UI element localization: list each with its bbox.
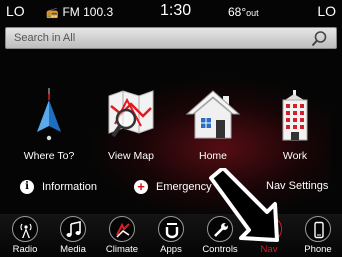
work-label: Work bbox=[282, 150, 308, 162]
dock-media-label: Media bbox=[60, 244, 86, 255]
uconnect-apps-icon bbox=[165, 223, 179, 239]
music-note-icon bbox=[66, 221, 81, 237]
view-map-button[interactable]: View Map bbox=[93, 86, 169, 162]
outside-temperature: 68°out bbox=[228, 5, 259, 19]
radio-status[interactable]: 📻 FM 100.3 bbox=[46, 5, 113, 19]
temperature-value: 68° bbox=[228, 5, 247, 19]
dock-radio-label: Radio bbox=[12, 244, 38, 255]
left-climate-level[interactable]: LO bbox=[6, 3, 25, 19]
search-icon[interactable] bbox=[310, 30, 328, 48]
dock-apps-label: Apps bbox=[160, 244, 182, 255]
home-button[interactable]: Home bbox=[175, 86, 251, 162]
phone-icon bbox=[314, 221, 324, 239]
dock-controls-button[interactable]: Controls bbox=[196, 216, 244, 257]
nav-settings-label: Nav Settings bbox=[266, 180, 329, 193]
house-icon bbox=[185, 90, 241, 139]
work-button[interactable]: Work bbox=[257, 86, 333, 162]
emergency-button[interactable]: + Emergency bbox=[134, 180, 212, 198]
office-building-icon bbox=[282, 90, 308, 141]
navigation-arrow-icon bbox=[37, 88, 61, 141]
radio-icon: 📻 bbox=[46, 8, 59, 19]
dock-controls-label: Controls bbox=[202, 244, 238, 255]
dock-media-button[interactable]: Media bbox=[49, 216, 97, 257]
dock-apps-button[interactable]: Apps bbox=[147, 216, 195, 257]
dock-climate-label: Climate bbox=[105, 244, 139, 255]
right-climate-level[interactable]: LO bbox=[317, 3, 336, 19]
wrench-icon bbox=[214, 223, 228, 237]
map-magnifier-icon bbox=[108, 90, 154, 138]
temperature-suffix: out bbox=[246, 8, 259, 18]
where-to-label: Where To? bbox=[23, 150, 75, 162]
information-label: Information bbox=[42, 181, 98, 193]
information-button[interactable]: i Information bbox=[20, 180, 97, 198]
emergency-cross-icon: + bbox=[134, 180, 148, 194]
nav-settings-button[interactable]: Nav Settings bbox=[266, 180, 328, 198]
emergency-label: Emergency bbox=[156, 181, 212, 193]
radio-tower-icon bbox=[20, 223, 32, 238]
where-to-button[interactable]: Where To? bbox=[11, 86, 87, 162]
view-map-label: View Map bbox=[108, 150, 154, 162]
dock-nav-label: Nav bbox=[260, 244, 278, 255]
home-label: Home bbox=[198, 150, 227, 162]
dock-nav-button[interactable]: Nav bbox=[245, 216, 293, 257]
info-icon: i bbox=[20, 180, 34, 194]
dock-phone-button[interactable]: Phone bbox=[294, 216, 342, 257]
dock-climate-button[interactable]: Climate bbox=[98, 216, 146, 257]
search-bar[interactable]: Search in All bbox=[5, 27, 337, 49]
status-bar: LO 📻 FM 100.3 1:30 68°out LO bbox=[0, 0, 342, 24]
dock-phone-label: Phone bbox=[304, 244, 332, 255]
radio-station: FM 100.3 bbox=[62, 5, 114, 19]
dock-radio-button[interactable]: Radio bbox=[1, 216, 49, 257]
compass-icon bbox=[269, 223, 271, 237]
nav-main-screen: LO 📻 FM 100.3 1:30 68°out LO Search in Al… bbox=[0, 0, 342, 257]
clock: 1:30 bbox=[160, 2, 192, 19]
search-input[interactable]: Search in All bbox=[14, 32, 75, 44]
bottom-dock: Radio Media Climate Apps Controls Nav Ph… bbox=[0, 214, 342, 257]
climate-icon bbox=[116, 222, 130, 238]
